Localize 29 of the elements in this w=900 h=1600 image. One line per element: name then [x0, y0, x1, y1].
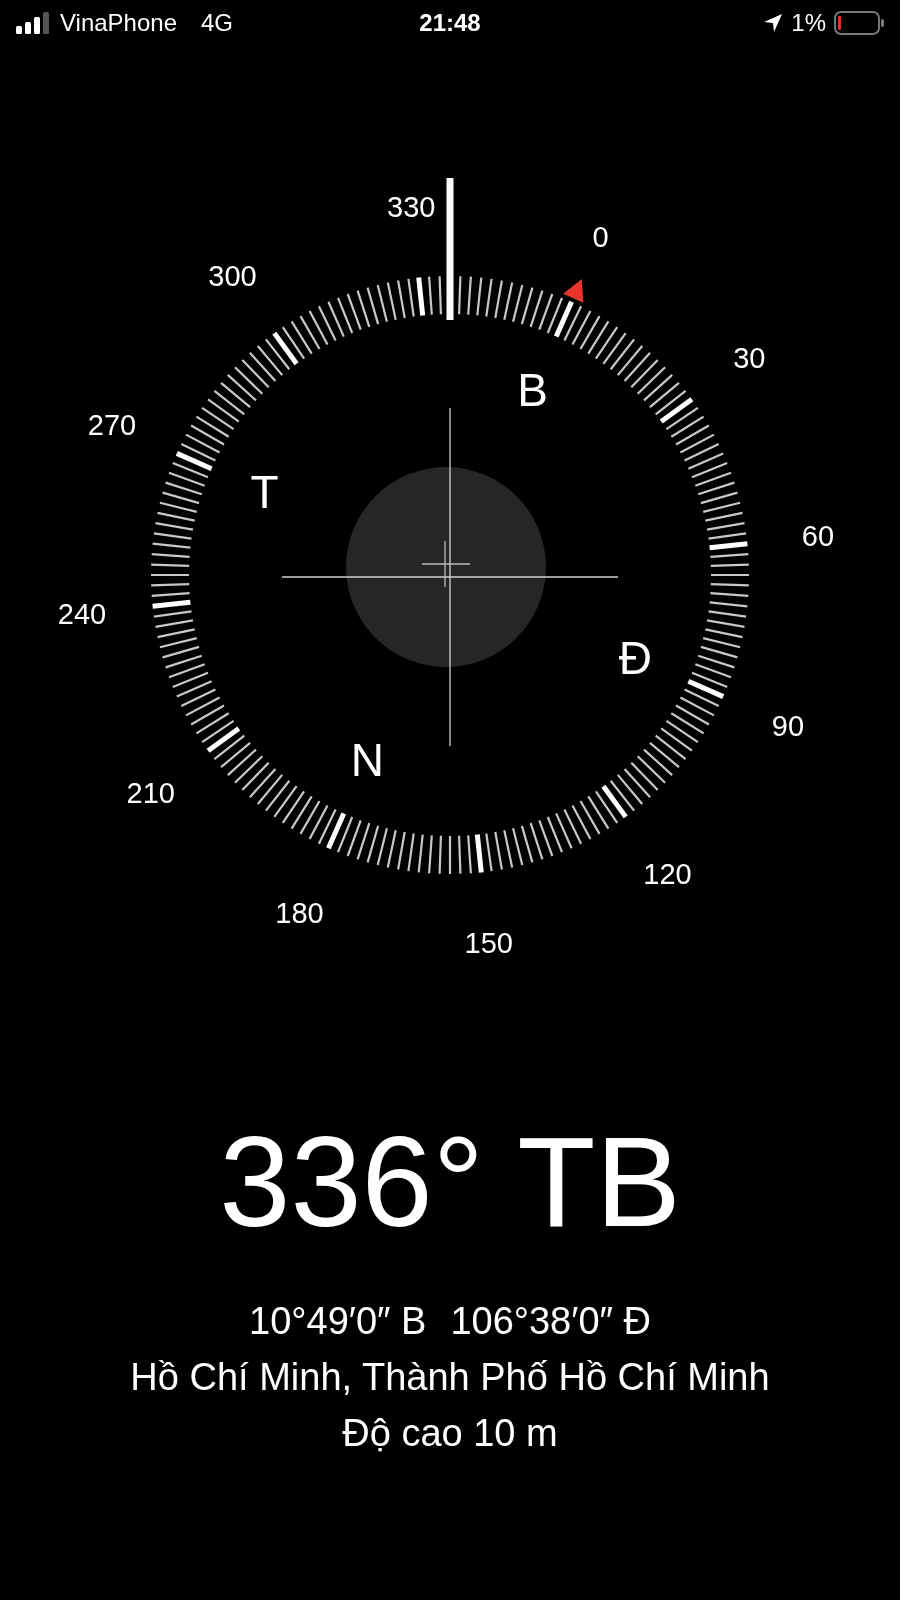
dial-degree-label: 60: [801, 520, 835, 553]
longitude-text: 106°38′0″ Đ: [450, 1302, 651, 1342]
network-type: 4G: [201, 8, 233, 38]
dial-degree-label: 330: [387, 191, 436, 223]
signal-icon: [16, 12, 52, 34]
cardinal-letter: Đ: [618, 631, 652, 684]
battery-icon: [834, 11, 884, 35]
dial-degree-label: 240: [57, 597, 107, 630]
dial-degree-label: 180: [275, 897, 324, 929]
clock-time: 21:48: [419, 8, 481, 38]
altitude-text: Độ cao 10 m: [342, 1411, 558, 1454]
north-pointer-icon: [563, 279, 584, 303]
dial-degree-label: 150: [464, 927, 513, 959]
latitude-text: 10°49′0″ B: [249, 1302, 427, 1342]
dial-degree-label: 210: [126, 776, 175, 809]
location-name: Hồ Chí Minh, Thành Phố Hồ Chí Minh: [130, 1355, 770, 1398]
location-arrow-icon: [763, 13, 784, 33]
dial-degree-label: 90: [771, 709, 805, 742]
cardinal-letter: B: [517, 363, 548, 416]
cardinal-letter: T: [250, 466, 279, 519]
dial-degree-label: 300: [208, 259, 257, 292]
cardinal-letter: N: [350, 734, 384, 787]
heading-readout: 336° TB: [218, 1118, 682, 1246]
carrier-name: VinaPhone: [60, 8, 177, 38]
dial-degree-label: 0: [592, 221, 609, 253]
dial-degree-label: 270: [87, 408, 137, 441]
battery-percent: 1%: [791, 8, 826, 38]
dial-degree-label: 120: [643, 858, 692, 891]
dial-degree-label: 30: [733, 341, 766, 374]
